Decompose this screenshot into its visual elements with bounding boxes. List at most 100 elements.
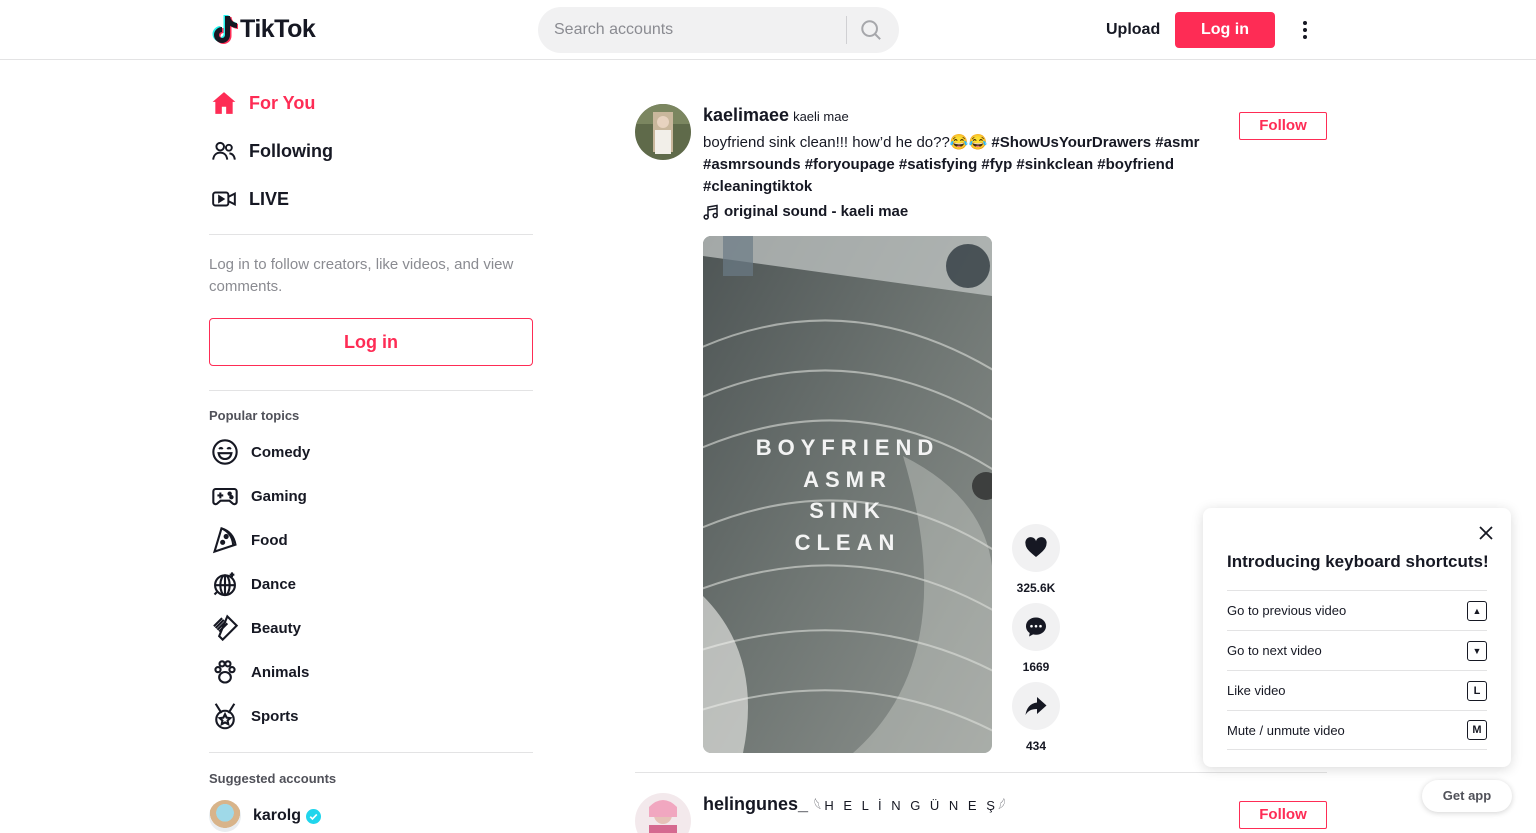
topic-comedy[interactable]: Comedy <box>209 430 533 474</box>
nav-for-you[interactable]: For You <box>209 79 533 127</box>
shortcut-row: Go to next video ▼ <box>1227 630 1487 670</box>
topic-label: Dance <box>251 575 297 593</box>
sidebar-login-button[interactable]: Log in <box>209 318 533 366</box>
popular-topics-title: Popular topics <box>209 408 300 423</box>
comb-icon <box>209 612 241 644</box>
topic-label: Sports <box>251 707 299 725</box>
music-title: original sound - kaeli mae <box>724 203 909 220</box>
topic-dance[interactable]: Dance <box>209 562 533 606</box>
music-note-icon <box>703 204 718 220</box>
topic-label: Beauty <box>251 619 302 637</box>
topic-label: Food <box>251 531 288 549</box>
share-count: 434 <box>1025 739 1047 753</box>
overlay-line: ASMR <box>803 466 892 492</box>
close-icon <box>1479 526 1493 540</box>
get-app-button[interactable]: Get app <box>1422 780 1512 812</box>
top-header: TikTok Upload Log in <box>0 0 1536 60</box>
verified-badge-icon <box>306 808 322 824</box>
hashtag-line[interactable]: #asmrsounds #foryoupage #satisfying #fyp… <box>703 156 1174 173</box>
topic-beauty[interactable]: Beauty <box>209 606 533 650</box>
nav-label: Following <box>249 140 333 161</box>
login-hint-text: Log in to follow creators, like videos, … <box>209 256 514 295</box>
home-icon <box>209 87 241 119</box>
nav-live[interactable]: LIVE <box>209 175 533 223</box>
topic-label: Gaming <box>251 487 307 505</box>
heart-icon <box>1025 537 1047 557</box>
avatar[interactable] <box>635 104 691 160</box>
keyboard-shortcuts-popup: Introducing keyboard shortcuts! Go to pr… <box>1203 508 1511 767</box>
vertical-dots-icon <box>1303 21 1307 39</box>
search-input[interactable] <box>554 7 844 53</box>
paw-icon <box>209 656 241 688</box>
sidebar-divider <box>209 234 533 235</box>
tiktok-logo[interactable]: TikTok <box>212 14 316 44</box>
overlay-line: CLEAN <box>794 529 901 555</box>
more-menu-button[interactable] <box>1292 16 1318 44</box>
arrow-down-key-icon: ▼ <box>1467 640 1487 661</box>
avatar[interactable] <box>635 793 691 833</box>
post-nickname: kaeli mae <box>793 109 849 124</box>
nav-label: For You <box>249 92 316 113</box>
follow-button[interactable]: Follow <box>1239 801 1327 829</box>
m-key-icon: M <box>1467 720 1487 740</box>
video-player[interactable]: BOYFRIEND ASMR SINK CLEAN <box>703 236 992 753</box>
nav-following[interactable]: Following <box>209 127 533 175</box>
suggested-accounts-title: Suggested accounts <box>209 771 337 786</box>
like-action: 325.6K <box>1012 524 1060 595</box>
shortcut-label: Mute / unmute video <box>1227 722 1345 738</box>
sidebar-divider <box>209 390 533 391</box>
search-icon <box>861 20 881 40</box>
post-username[interactable]: kaelimaee <box>703 105 789 126</box>
sidebar-divider <box>209 752 533 753</box>
search-button[interactable] <box>856 17 886 43</box>
tiktok-note-icon <box>212 15 238 44</box>
upload-button[interactable]: Upload <box>1100 14 1166 46</box>
share-button[interactable] <box>1012 682 1060 730</box>
topic-animals[interactable]: Animals <box>209 650 533 694</box>
topic-gaming[interactable]: Gaming <box>209 474 533 518</box>
medal-icon <box>209 700 241 732</box>
post-caption: boyfriend sink clean!!! how’d he do??😂😂 … <box>703 132 1223 198</box>
post-nickname: 𓆩H E L İ N G Ü N E Ş𓆪 <box>814 798 1009 813</box>
topic-label: Animals <box>251 663 310 681</box>
like-button[interactable] <box>1012 524 1060 572</box>
comment-count: 1669 <box>1022 660 1050 674</box>
shortcut-row: Go to previous video ▲ <box>1227 590 1487 630</box>
follow-button[interactable]: Follow <box>1239 112 1327 140</box>
avatar <box>209 800 241 832</box>
shortcut-row: Mute / unmute video M <box>1227 710 1487 750</box>
feed-post: helingunes_ 𓆩H E L İ N G Ü N E Ş𓆪 Follow <box>635 773 1327 833</box>
comment-action: 1669 <box>1012 603 1060 674</box>
nav-label: LIVE <box>249 188 290 209</box>
video-overlay-text: BOYFRIEND ASMR SINK CLEAN <box>703 432 992 558</box>
topic-food[interactable]: Food <box>209 518 533 562</box>
close-button[interactable] <box>1475 522 1497 544</box>
overlay-line: BOYFRIEND <box>755 435 940 460</box>
search-bar <box>538 7 899 53</box>
share-action: 434 <box>1012 682 1060 753</box>
search-divider <box>846 16 847 44</box>
comment-button[interactable] <box>1012 603 1060 651</box>
share-arrow-icon <box>1025 697 1047 715</box>
overlay-line: SINK <box>809 498 886 523</box>
comment-icon <box>1026 617 1046 637</box>
arrow-up-key-icon: ▲ <box>1467 600 1487 621</box>
shortcuts-title: Introducing keyboard shortcuts! <box>1227 552 1489 571</box>
post-username[interactable]: helingunes_ <box>703 794 808 815</box>
people-icon <box>209 135 241 167</box>
like-count: 325.6K <box>1016 581 1056 595</box>
shortcut-label: Go to next video <box>1227 643 1322 658</box>
suggested-account-karolg[interactable]: karolg <box>209 800 533 832</box>
sidebar: For You Following LIVE Log in to follow … <box>209 61 533 832</box>
shortcut-label: Go to previous video <box>1227 603 1347 618</box>
live-icon <box>209 183 241 215</box>
hashtag-line[interactable]: #cleaningtiktok <box>703 178 812 195</box>
music-link[interactable]: original sound - kaeli mae <box>703 203 908 220</box>
pizza-icon <box>209 524 241 556</box>
shortcut-label: Like video <box>1227 683 1286 698</box>
hashtag-line[interactable]: #ShowUsYourDrawers #asmr <box>991 134 1199 151</box>
header-login-button[interactable]: Log in <box>1175 12 1275 48</box>
laugh-icon <box>209 436 241 468</box>
caption-text: boyfriend sink clean!!! how’d he do??😂😂 <box>703 134 992 151</box>
topic-sports[interactable]: Sports <box>209 694 533 738</box>
